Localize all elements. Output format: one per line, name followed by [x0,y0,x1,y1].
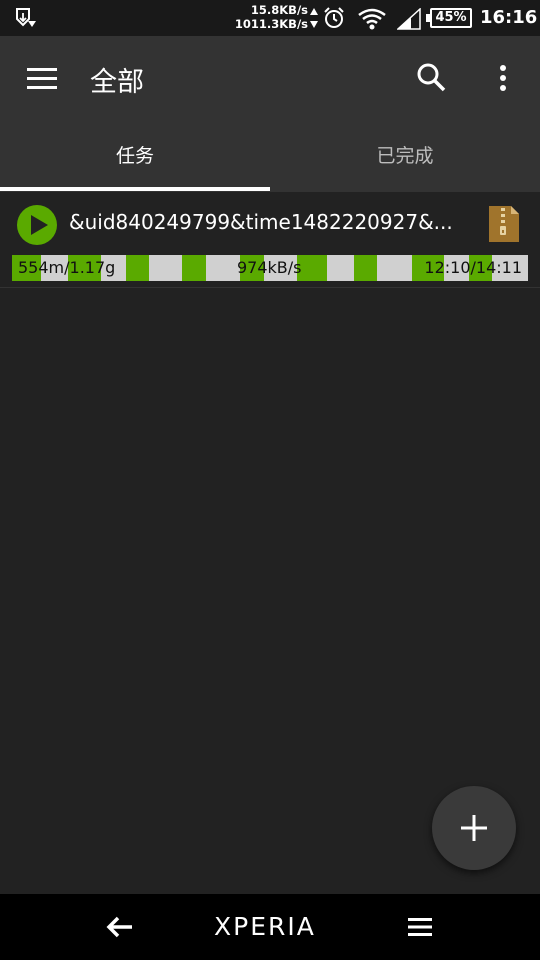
download-speed-label: 974kB/s [237,258,302,277]
tab-indicator [0,187,270,191]
page-title: 全部 [90,67,144,98]
status-clock: 16:16 [480,7,538,28]
wifi-icon [358,8,386,30]
signal-icon [397,8,421,30]
tab-bar: 任务 已完成 [0,120,540,192]
progress-segment [126,255,149,281]
menu-icon[interactable] [406,912,434,942]
tab-tasks[interactable]: 任务 [0,120,270,192]
download-notification-icon [16,8,36,27]
status-bar: 15.8KB/s 1011.3KB/s 45% 16:16 [0,0,540,36]
download-speed: 1011.3KB/s [234,17,308,31]
alarm-icon [324,7,344,28]
add-task-button[interactable] [432,786,516,870]
task-item[interactable]: &uid840249799&time1482220927&... 554m/1.… [0,192,540,288]
play-icon[interactable] [16,204,58,246]
back-icon[interactable] [104,912,136,942]
add-icon [461,815,487,841]
network-arrows-icon [310,8,318,28]
app-bar: 全部 [0,36,540,120]
task-name: &uid840249799&time1482220927&... [69,210,453,234]
system-nav-bar: XPERIA [0,894,540,960]
network-speed: 15.8KB/s 1011.3KB/s [230,3,308,31]
upload-speed: 15.8KB/s [250,3,308,17]
progress-segment [182,255,206,281]
zip-file-icon [489,206,519,242]
more-vert-icon[interactable] [488,60,518,96]
downloaded-size: 554m/1.17g [18,258,116,277]
xperia-logo: XPERIA [214,912,316,941]
progress-segment [354,255,377,281]
search-icon[interactable] [414,60,450,96]
battery-indicator: 45% [426,8,472,28]
menu-icon[interactable] [22,60,62,96]
download-progress-bar: 554m/1.17g 974kB/s 12:10/14:11 [12,255,528,281]
elapsed-remaining-time: 12:10/14:11 [424,258,522,277]
tab-completed[interactable]: 已完成 [270,120,540,192]
